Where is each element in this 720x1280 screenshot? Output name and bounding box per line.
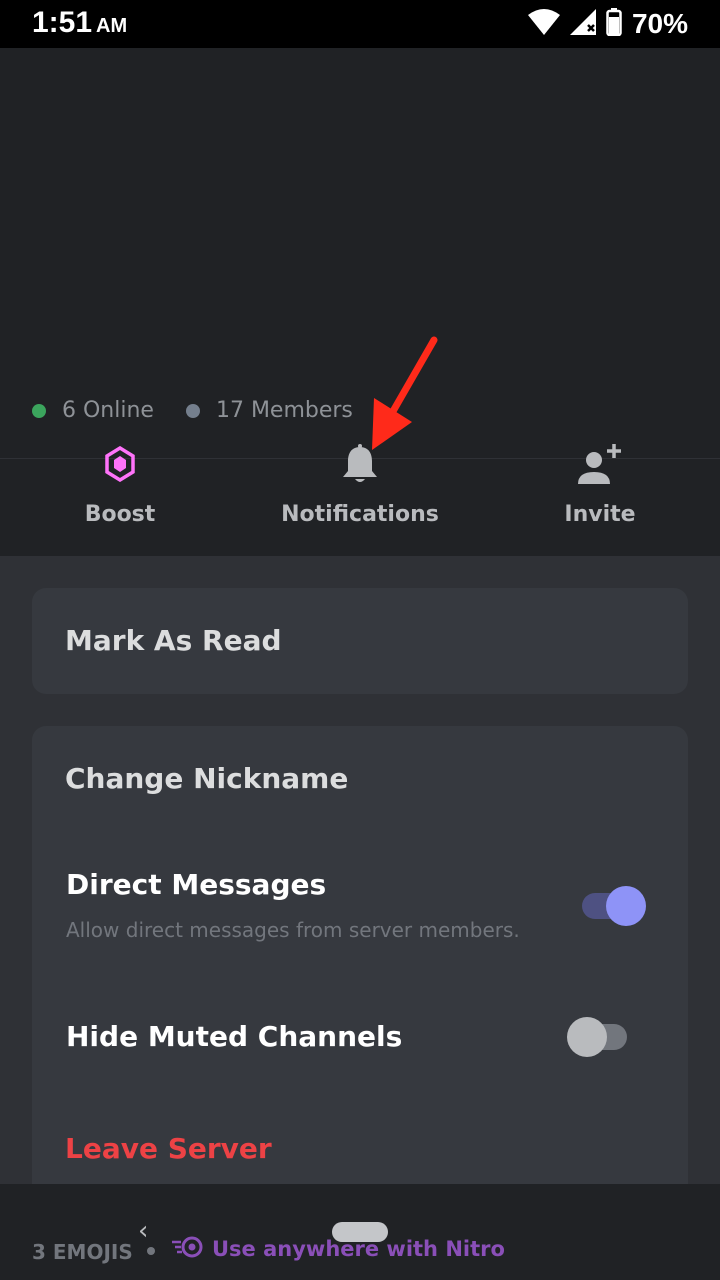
emoji-count: 3 EMOJIS — [32, 1240, 133, 1264]
boost-label: Boost — [84, 502, 156, 527]
toggle-knob — [606, 886, 646, 926]
server-menu: Mark As Read Change Nickname Direct Mess… — [0, 556, 720, 1280]
battery-percent: 70% — [631, 8, 688, 39]
status-bar: 1:51 AM 70% — [0, 0, 720, 48]
boost-gem-icon — [105, 438, 135, 490]
direct-messages-toggle[interactable] — [582, 886, 648, 926]
wifi-icon — [527, 9, 560, 39]
invite-button[interactable]: Invite — [480, 412, 720, 556]
separator-dot — [147, 1247, 155, 1255]
nitro-icon — [172, 1236, 204, 1262]
direct-messages-subtitle: Allow direct messages from server member… — [66, 918, 520, 942]
invite-label: Invite — [564, 502, 636, 527]
leave-server-button[interactable]: Leave Server — [65, 1132, 272, 1165]
change-nickname-button[interactable]: Change Nickname — [65, 762, 348, 795]
direct-messages-title: Direct Messages — [66, 868, 327, 901]
cell-signal-icon — [569, 9, 596, 39]
mark-as-read-button[interactable]: Mark As Read — [65, 624, 282, 657]
boost-button[interactable]: Boost — [0, 412, 240, 556]
notifications-label: Notifications — [281, 502, 439, 527]
settings-card: Change Nickname Direct Messages Allow di… — [32, 726, 688, 1202]
battery-icon — [606, 8, 622, 40]
nav-back-icon[interactable]: ‹ — [138, 1216, 148, 1246]
annotation-arrow-icon — [360, 336, 440, 460]
hide-muted-channels-title: Hide Muted Channels — [66, 1020, 403, 1053]
hide-muted-channels-toggle[interactable] — [567, 1017, 633, 1057]
toggle-knob — [567, 1017, 607, 1057]
mark-as-read-card[interactable]: Mark As Read — [32, 588, 688, 694]
nav-home-pill[interactable] — [332, 1222, 388, 1242]
status-time-value: 1:51 — [32, 6, 93, 39]
status-time: 1:51 AM — [32, 6, 127, 40]
status-icons: 70% — [527, 6, 688, 42]
emoji-promo-bar: 3 EMOJIS Use anywhere with Nitro ‹ — [0, 1184, 720, 1280]
status-time-ampm: AM — [96, 15, 128, 37]
add-user-icon — [576, 438, 624, 490]
